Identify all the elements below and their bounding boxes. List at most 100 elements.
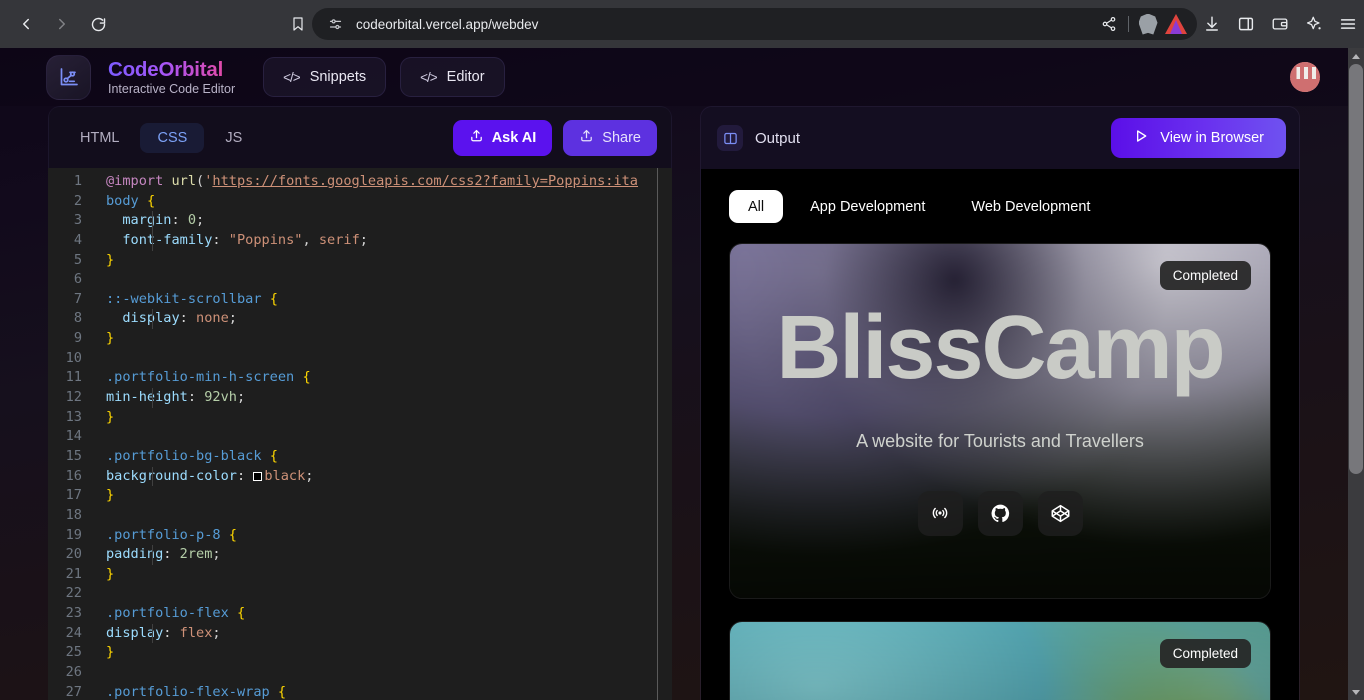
code-token: flex	[179, 624, 213, 641]
output-toolbar: Output View in Browser	[701, 107, 1299, 169]
code-token: }	[106, 565, 115, 582]
share-button[interactable]: Share	[563, 119, 657, 156]
filter-web-development[interactable]: Web Development	[952, 190, 1109, 223]
tab-html[interactable]: HTML	[63, 123, 136, 153]
code-token: .portfolio-bg-black	[106, 447, 262, 464]
code-token: :	[236, 467, 254, 484]
downloads-icon[interactable]	[1197, 9, 1227, 39]
line-number: 21	[65, 565, 82, 582]
code-line: 18	[48, 506, 672, 526]
code-line: 20 padding: 2rem;	[48, 545, 672, 565]
split-panel-icon	[717, 125, 743, 151]
code-lines: 1 @import url('https://fonts.googleapis.c…	[48, 172, 672, 700]
code-line: 16 background-color: black;	[48, 466, 672, 487]
filter-app-development[interactable]: App Development	[791, 190, 944, 223]
code-token: ::-webkit-scrollbar	[106, 290, 262, 307]
forward-icon[interactable]	[46, 8, 78, 40]
color-swatch[interactable]	[253, 471, 263, 481]
nav-buttons	[10, 8, 114, 40]
bookmark-icon[interactable]	[290, 8, 306, 40]
github-icon[interactable]	[977, 490, 1023, 536]
code-text: }	[94, 251, 672, 271]
line-number: 7	[73, 290, 82, 307]
code-token: .portfolio-flex-wrap	[106, 683, 270, 700]
code-line: 25}	[48, 643, 672, 663]
category-filters: All App Development Web Development	[729, 169, 1271, 223]
line-number: 23	[65, 605, 82, 622]
code-token: {	[269, 447, 278, 464]
app-header: CodeOrbital Interactive Code Editor </> …	[0, 48, 1348, 106]
page-scrollbar[interactable]	[1348, 48, 1364, 700]
live-broadcast-icon[interactable]	[917, 490, 963, 536]
code-token: {	[146, 192, 156, 209]
code-text: @import url('https://fonts.googleapis.co…	[94, 172, 672, 192]
code-token: :	[212, 231, 229, 248]
codepen-icon[interactable]	[1037, 490, 1083, 536]
code-line: 17}	[48, 486, 672, 506]
code-token: ;	[236, 389, 246, 406]
line-number: 5	[73, 251, 82, 268]
code-text: font-family: "Poppins", serif;	[94, 230, 672, 251]
code-text: .portfolio-bg-black {	[94, 447, 672, 467]
ask-ai-button[interactable]: Ask AI	[452, 119, 553, 156]
code-editor[interactable]: 1 @import url('https://fonts.googleapis.c…	[48, 168, 672, 700]
site-settings-icon[interactable]	[324, 13, 346, 35]
page-root: CodeOrbital Interactive Code Editor </> …	[0, 48, 1348, 700]
back-icon[interactable]	[10, 8, 42, 40]
code-line: 27 .portfolio-flex-wrap {	[48, 683, 672, 700]
upload-icon	[579, 128, 594, 147]
code-text: .portfolio-min-h-screen {	[94, 368, 672, 388]
scrollbar-thumb[interactable]	[1349, 64, 1363, 474]
project-card[interactable]: Completed BlissCamp A website for Touris…	[729, 243, 1271, 599]
line-number: 17	[65, 487, 82, 504]
editor-button[interactable]: </> Editor	[400, 57, 505, 97]
menu-icon[interactable]	[1333, 9, 1363, 39]
code-token: background-color	[106, 467, 237, 484]
code-line: 23 .portfolio-flex {	[48, 604, 672, 624]
line-number: 4	[73, 231, 82, 248]
code-line: 9}	[48, 329, 672, 349]
code-token: }	[106, 487, 115, 504]
line-number: 8	[73, 310, 82, 327]
address-bar[interactable]: codeorbital.vercel.app/webdev	[312, 8, 1197, 40]
brave-rewards-icon[interactable]	[1163, 11, 1189, 37]
code-line: 12 min-height: 92vh;	[48, 388, 672, 408]
snippets-label: Snippets	[309, 69, 367, 85]
avatar[interactable]	[1290, 62, 1320, 92]
code-token: ;	[359, 231, 368, 248]
project-card[interactable]: Completed	[729, 621, 1271, 700]
share-icon[interactable]	[1096, 11, 1122, 37]
wallet-icon[interactable]	[1265, 9, 1295, 39]
view-in-browser-button[interactable]: View in Browser	[1111, 118, 1286, 158]
indent-guide	[152, 388, 153, 408]
code-token: ;	[305, 467, 314, 484]
reload-icon[interactable]	[82, 8, 114, 40]
code-token: {	[269, 290, 278, 307]
sidebar-icon[interactable]	[1231, 9, 1261, 39]
status-badge: Completed	[1159, 639, 1251, 668]
code-token: serif	[318, 231, 360, 248]
divider	[1128, 16, 1129, 32]
scroll-down-icon[interactable]	[1348, 684, 1364, 700]
tab-css[interactable]: CSS	[140, 122, 205, 153]
code-token: https://fonts.googleapis.com/css2?family…	[212, 173, 638, 189]
code-token: }	[106, 330, 115, 347]
brave-shields-icon[interactable]	[1135, 11, 1161, 37]
leo-ai-icon[interactable]	[1299, 9, 1329, 39]
code-line: 5}	[48, 251, 672, 271]
code-line: 26	[48, 663, 672, 683]
code-token: :	[179, 310, 197, 327]
tab-js[interactable]: JS	[208, 123, 259, 153]
code-token: ,	[302, 231, 319, 248]
code-token: display	[106, 310, 180, 327]
code-brackets-icon: </>	[420, 69, 438, 85]
scroll-up-icon[interactable]	[1348, 48, 1364, 64]
filter-all[interactable]: All	[729, 190, 784, 223]
code-token: ;	[212, 546, 221, 563]
editor-label: Editor	[446, 69, 485, 85]
snippets-button[interactable]: </> Snippets	[263, 57, 387, 97]
